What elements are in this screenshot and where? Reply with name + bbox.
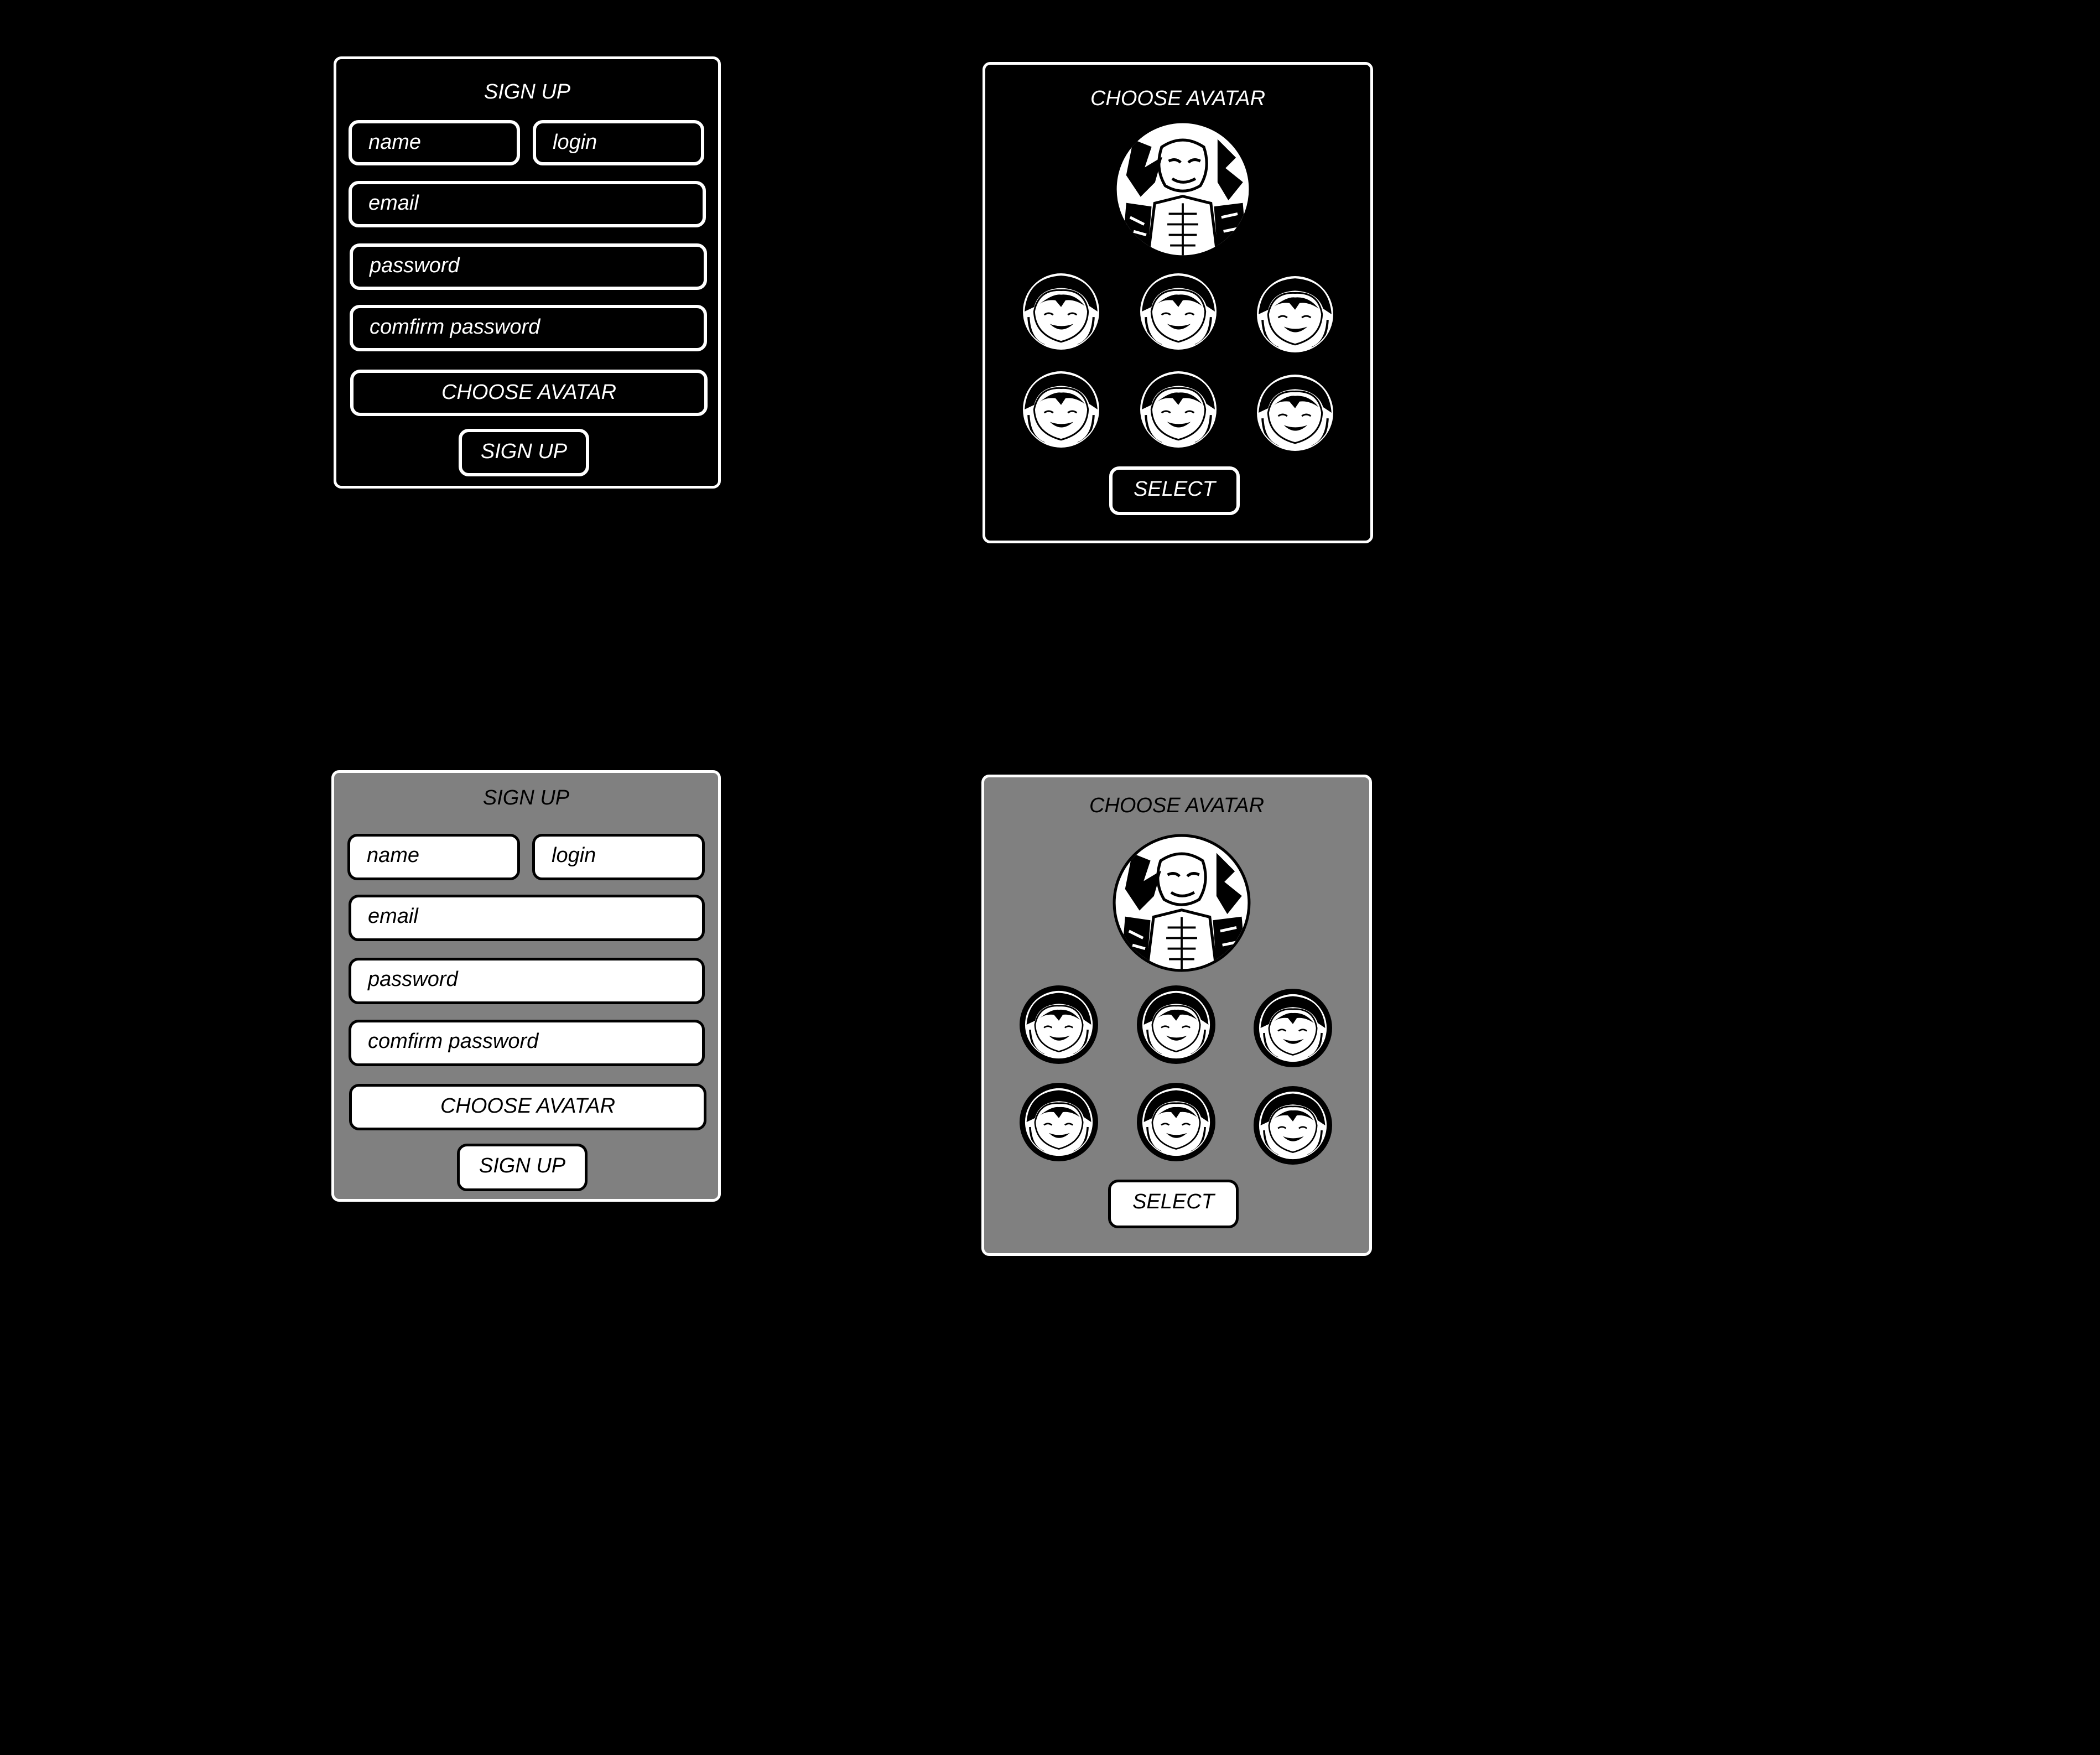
avatar-panel-dark: CHOOSE AVATAR SELECT [983, 62, 1373, 543]
signup-title: SIGN UP [484, 80, 571, 103]
name-input[interactable]: name [349, 120, 520, 165]
avatar-picker-title: CHOOSE AVATAR [1090, 87, 1266, 110]
password-input[interactable]: password [349, 958, 705, 1004]
avatar-option-2[interactable] [1137, 985, 1215, 1064]
login-input[interactable]: login [532, 834, 705, 880]
avatar-option-2[interactable] [1139, 272, 1218, 351]
signup-button[interactable]: SIGN UP [459, 429, 589, 476]
avatar-option-3[interactable] [1256, 275, 1334, 354]
avatar-option-5[interactable] [1137, 1083, 1215, 1161]
name-input[interactable]: name [347, 834, 520, 880]
confirm-password-input[interactable]: comfirm password [350, 305, 707, 351]
avatar-panel-light: CHOOSE AVATAR SELECT [981, 775, 1372, 1256]
avatar-option-1[interactable] [1022, 272, 1100, 351]
select-button[interactable]: SELECT [1108, 1180, 1239, 1228]
choose-avatar-button[interactable]: CHOOSE AVATAR [349, 1084, 706, 1130]
password-input[interactable]: password [350, 243, 707, 290]
signup-button[interactable]: SIGN UP [457, 1144, 588, 1191]
avatar-option-4[interactable] [1020, 1083, 1098, 1161]
character-portrait-icon [1113, 119, 1253, 259]
email-input[interactable]: email [349, 895, 705, 941]
confirm-password-input[interactable]: comfirm password [349, 1020, 705, 1066]
character-portrait-icon [1111, 833, 1252, 973]
choose-avatar-button[interactable]: CHOOSE AVATAR [350, 370, 708, 416]
avatar-option-6[interactable] [1256, 373, 1334, 452]
select-button[interactable]: SELECT [1109, 466, 1240, 515]
avatar-option-4[interactable] [1022, 370, 1100, 449]
email-input[interactable]: email [349, 181, 706, 227]
avatar-option-6[interactable] [1254, 1086, 1332, 1165]
signup-panel-dark: SIGN UP name login email password comfir… [334, 56, 721, 489]
avatar-option-3[interactable] [1254, 989, 1332, 1067]
signup-panel-light: SIGN UP name login email password comfir… [331, 770, 721, 1202]
avatar-option-5[interactable] [1139, 370, 1218, 449]
avatar-picker-title: CHOOSE AVATAR [1089, 794, 1265, 817]
signup-title: SIGN UP [482, 786, 570, 809]
login-input[interactable]: login [533, 120, 704, 165]
avatar-option-1[interactable] [1020, 985, 1098, 1064]
